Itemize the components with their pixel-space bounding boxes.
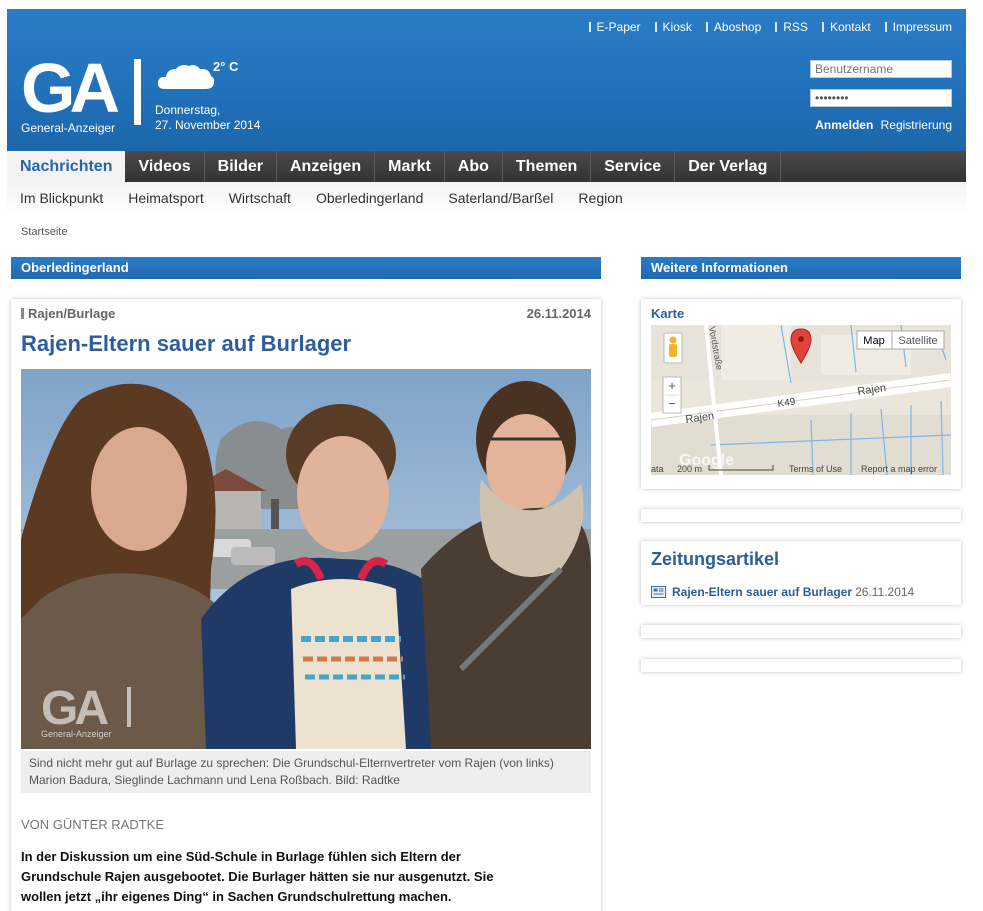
main-navigation: Nachrichten Videos Bilder Anzeigen Markt… xyxy=(7,151,966,182)
map-view[interactable]: Vordstraße K49 Rajen Rajen + − Map Satel… xyxy=(651,325,951,475)
date-weekday: Donnerstag, xyxy=(155,103,221,117)
article-photo-illustration: GA General-Anzeiger xyxy=(21,369,591,749)
site-header: E-Paper Kiosk Aboshop RSS Kontakt Impres… xyxy=(7,9,966,151)
topnav-kiosk[interactable]: Kiosk xyxy=(655,20,692,34)
breadcrumb[interactable]: Startseite xyxy=(21,226,67,238)
lead-line-3: wollen jetzt „ihr eigenes Ding“ in Sache… xyxy=(21,889,452,904)
zoom-in-button[interactable]: + xyxy=(668,378,676,393)
logo-subtitle: General-Anzeiger xyxy=(21,121,116,135)
map-title: Karte xyxy=(651,306,685,321)
nav-markt[interactable]: Markt xyxy=(375,151,445,182)
map-type-map-button[interactable]: Map xyxy=(863,335,884,347)
sub-navigation: Im Blickpunkt Heimatsport Wirtschaft Obe… xyxy=(7,182,966,216)
map-report-error-link[interactable]: Report a map error xyxy=(861,464,937,474)
photo-caption: Sind nicht mehr gut auf Burlage zu sprec… xyxy=(21,751,591,793)
newspaper-icon xyxy=(651,586,666,598)
zeitungsartikel-box: Zeitungsartikel Rajen-Eltern sauer auf B… xyxy=(641,541,961,605)
logo-mark: GA xyxy=(21,49,120,127)
login-links: Anmelden Registrierung xyxy=(810,118,952,132)
subnav-heimatsport[interactable]: Heimatsport xyxy=(128,182,203,216)
weather-temperature: 2° C xyxy=(213,59,239,74)
nav-nachrichten[interactable]: Nachrichten xyxy=(7,151,126,182)
topnav-aboshop[interactable]: Aboshop xyxy=(706,20,761,34)
photo-watermark-mark: GA xyxy=(41,682,108,735)
article-photo[interactable]: GA General-Anzeiger xyxy=(21,369,591,749)
topnav-rss[interactable]: RSS xyxy=(775,20,808,34)
weather-widget: 2° C xyxy=(155,59,275,99)
section-bar-weitere-informationen: Weitere Informationen xyxy=(641,257,961,279)
article-kicker: Rajen/Burlage xyxy=(21,306,115,321)
map-scale-label: 200 m xyxy=(677,464,702,474)
lead-line-2: Grundschule Rajen ausgebootet. Die Burla… xyxy=(21,869,494,884)
nav-themen[interactable]: Themen xyxy=(503,151,592,182)
nav-abo[interactable]: Abo xyxy=(445,151,503,182)
login-form: Anmelden Registrierung xyxy=(810,60,952,132)
article-byline: VON GÜNTER RADTKE xyxy=(21,817,165,832)
date-day: 27. November 2014 xyxy=(155,118,261,132)
site-logo[interactable]: GA General-Anzeiger xyxy=(21,49,143,135)
caption-line-2: Marion Badura, Sieglinde Lachmann und Le… xyxy=(29,773,400,787)
subnav-oberledingerland[interactable]: Oberledingerland xyxy=(316,182,423,216)
topnav-epaper[interactable]: E-Paper xyxy=(589,20,641,34)
empty-sidebox-2 xyxy=(641,625,961,638)
topnav-impressum[interactable]: Impressum xyxy=(885,20,952,34)
username-input[interactable] xyxy=(810,60,952,78)
nav-der-verlag[interactable]: Der Verlag xyxy=(675,151,782,182)
current-date: Donnerstag, 27. November 2014 xyxy=(155,103,260,133)
map-data-label: ata xyxy=(651,464,664,474)
cloud-icon xyxy=(157,65,215,89)
section-bar-oberledingerland: Oberledingerland xyxy=(11,257,601,279)
zeitungsartikel-link[interactable]: Rajen-Eltern sauer auf Burlager xyxy=(672,585,852,599)
nav-service[interactable]: Service xyxy=(591,151,676,182)
caption-line-1: Sind nicht mehr gut auf Burlage zu sprec… xyxy=(29,756,554,770)
zoom-out-button[interactable]: − xyxy=(668,396,676,411)
subnav-region[interactable]: Region xyxy=(578,182,622,216)
top-navigation: E-Paper Kiosk Aboshop RSS Kontakt Impres… xyxy=(589,20,952,34)
article-date: 26.11.2014 xyxy=(526,306,591,321)
empty-sidebox-1 xyxy=(641,509,961,522)
map-type-satellite-button[interactable]: Satellite xyxy=(898,335,937,347)
zeitungsartikel-title: Zeitungsartikel xyxy=(651,549,780,569)
register-link[interactable]: Registrierung xyxy=(881,118,952,132)
lead-line-1: In der Diskussion um eine Süd-Schule in … xyxy=(21,849,461,864)
empty-sidebox-3 xyxy=(641,659,961,672)
photo-watermark-subtitle: General-Anzeiger xyxy=(41,729,112,739)
map-box: Karte Vordstraße K49 Rajen Rajen + − Map… xyxy=(641,299,961,489)
article-lead: In der Diskussion um eine Süd-Schule in … xyxy=(21,847,591,907)
logo-bar xyxy=(134,59,141,125)
nav-anzeigen[interactable]: Anzeigen xyxy=(277,151,376,182)
nav-videos[interactable]: Videos xyxy=(125,151,205,182)
nav-bilder[interactable]: Bilder xyxy=(205,151,277,182)
subnav-saterland[interactable]: Saterland/Barßel xyxy=(448,182,553,216)
map-terms-link[interactable]: Terms of Use xyxy=(789,464,842,474)
subnav-wirtschaft[interactable]: Wirtschaft xyxy=(229,182,291,216)
zeitungsartikel-date: 26.11.2014 xyxy=(855,585,915,599)
pegman-icon[interactable] xyxy=(663,332,683,364)
article-title[interactable]: Rajen-Eltern sauer auf Burlager xyxy=(21,331,351,357)
map-canvas: Vordstraße K49 Rajen Rajen + − Map Satel… xyxy=(651,325,951,475)
topnav-kontakt[interactable]: Kontakt xyxy=(822,20,871,34)
article-box: Rajen/Burlage 26.11.2014 Rajen-Eltern sa… xyxy=(11,299,601,911)
subnav-im-blickpunkt[interactable]: Im Blickpunkt xyxy=(20,182,103,216)
zeitungsartikel-item[interactable]: Rajen-Eltern sauer auf Burlager 26.11.20… xyxy=(651,585,914,599)
page: E-Paper Kiosk Aboshop RSS Kontakt Impres… xyxy=(0,0,983,911)
login-button[interactable]: Anmelden xyxy=(815,118,873,132)
password-input[interactable] xyxy=(810,89,952,107)
